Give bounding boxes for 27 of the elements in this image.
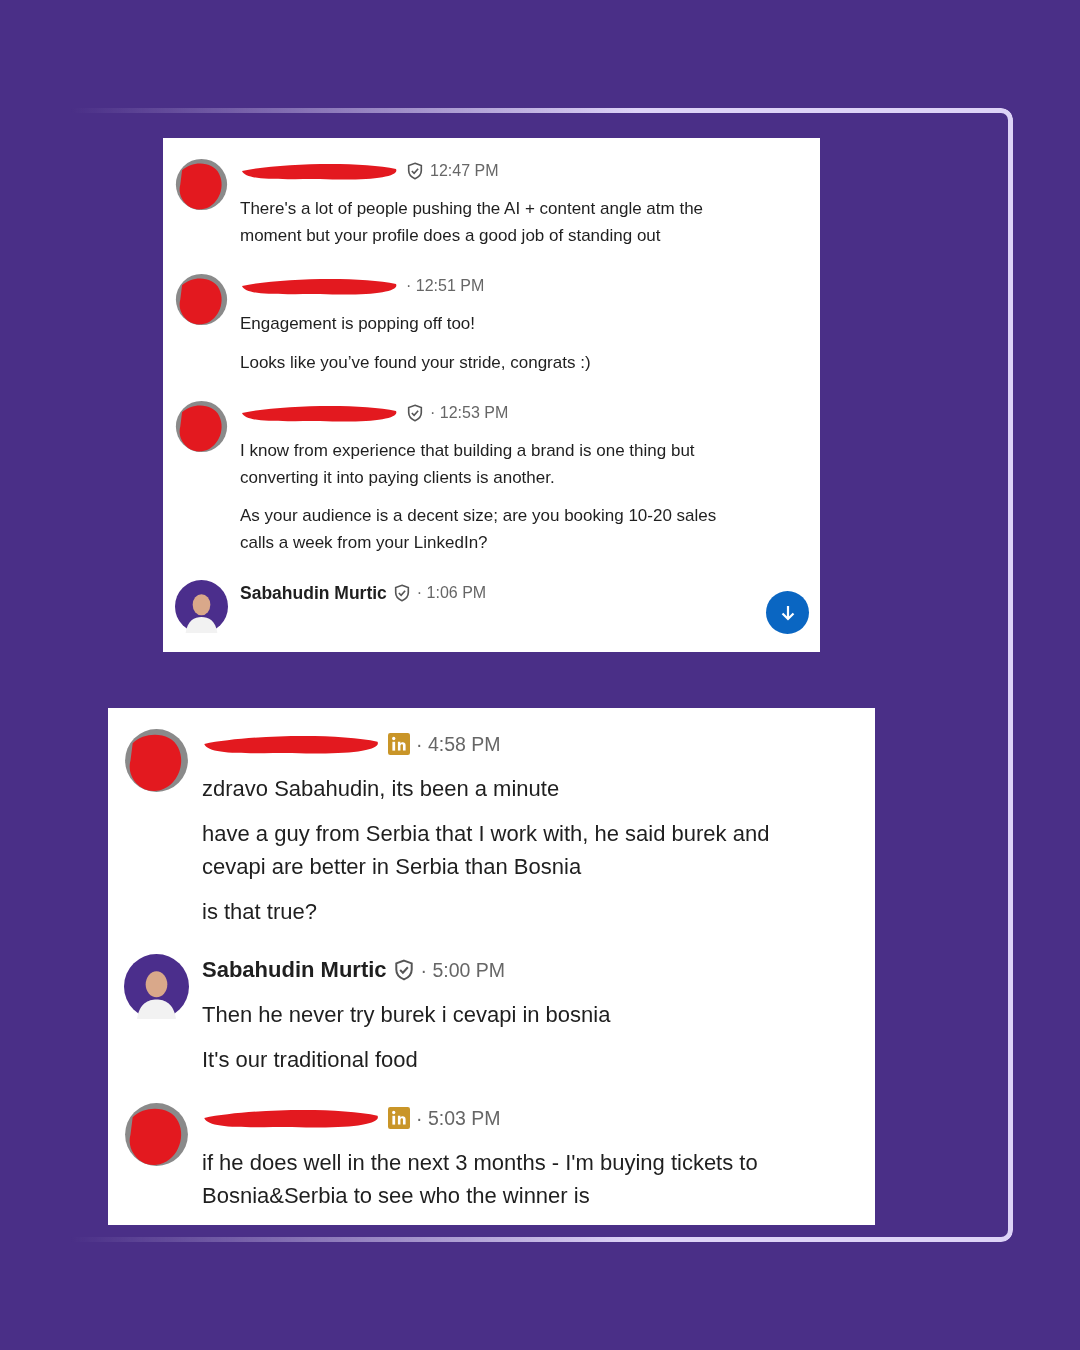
verified-icon [406, 162, 424, 180]
verified-icon [392, 959, 415, 981]
sender-name: Sabahudin Murtic [240, 582, 387, 604]
timestamp: · 5:00 PM [420, 958, 506, 982]
timestamp: · 4:58 PM [416, 732, 501, 756]
verified-icon [406, 404, 424, 422]
timestamp: · 12:51 PM [406, 277, 485, 295]
message-text: Looks like you’ve found your stride, congrats :) [240, 351, 592, 374]
scroll-down-button[interactable] [766, 591, 809, 634]
timestamp: · 12:53 PM [430, 404, 509, 422]
timestamp: · 1:06 PM [416, 584, 487, 602]
timestamp: · 5:03 PM [416, 1106, 501, 1130]
timestamp: 12:47 PM [430, 162, 499, 180]
verified-icon [392, 584, 411, 602]
premium-badge-icon [388, 733, 410, 755]
message-text: There's a lot of people pushing the AI + content angle atm the moment but your profile does a good job of standing out [240, 198, 705, 247]
message-text: have a guy from Serbia that I work with, he said burek and cevapi are better in Serbia than Bosnia [202, 820, 771, 881]
message-text: is that true? [202, 898, 318, 926]
sender-name: Sabahudin Murtic [202, 957, 387, 983]
premium-badge-icon [388, 1107, 410, 1129]
message-text: As your audience is a decent size; are you booking 10-20 sales calls a week from your LinkedIn? [240, 505, 718, 554]
message-text: It's our traditional food [202, 1046, 419, 1074]
message-text: I know from experience that building a brand is one thing but converting it into paying clients is another. [240, 440, 696, 489]
message-text: zdravo Sabahudin, its been a minute [202, 775, 561, 803]
message-text: Then he never try burek i cevapi in bosnia [202, 1001, 612, 1029]
message-text: if he does well in the next 3 months - I'm buying tickets to Bosnia&Serbia to see who the winner is [202, 1149, 759, 1210]
message-text: Engagement is popping off too! [240, 313, 477, 335]
